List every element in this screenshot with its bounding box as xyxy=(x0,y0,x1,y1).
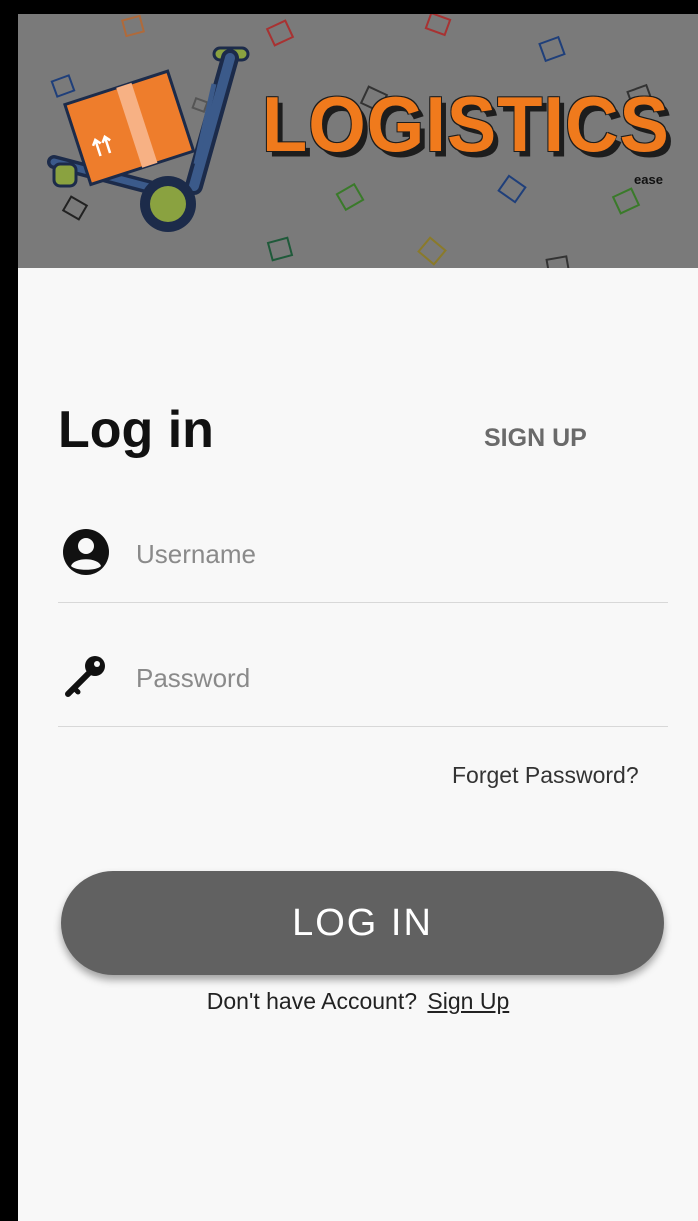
app-screen: LOGISTICS ease Log in SIGN UP Username F… xyxy=(18,14,698,1221)
signup-link[interactable]: Sign Up xyxy=(427,988,509,1014)
brand-header: LOGISTICS ease xyxy=(18,14,698,268)
no-account-text: Don't have Account? xyxy=(206,988,418,1014)
signup-tab[interactable]: SIGN UP xyxy=(484,424,587,453)
brand-logo-text: LOGISTICS xyxy=(262,80,670,168)
username-input[interactable] xyxy=(136,532,656,576)
login-button[interactable]: LOG IN xyxy=(61,871,664,975)
user-circle-icon xyxy=(62,528,110,576)
username-field xyxy=(58,522,668,603)
password-input[interactable] xyxy=(136,656,656,700)
signup-prompt: Don't have Account? Sign Up xyxy=(18,988,698,1015)
password-field xyxy=(58,646,668,727)
key-icon xyxy=(62,652,110,700)
forgot-password-link[interactable]: Forget Password? xyxy=(452,762,639,789)
brand-subtitle: ease xyxy=(634,172,663,187)
page-title: Log in xyxy=(58,401,214,459)
device-frame: LOGISTICS ease Log in SIGN UP Username F… xyxy=(10,6,698,1221)
